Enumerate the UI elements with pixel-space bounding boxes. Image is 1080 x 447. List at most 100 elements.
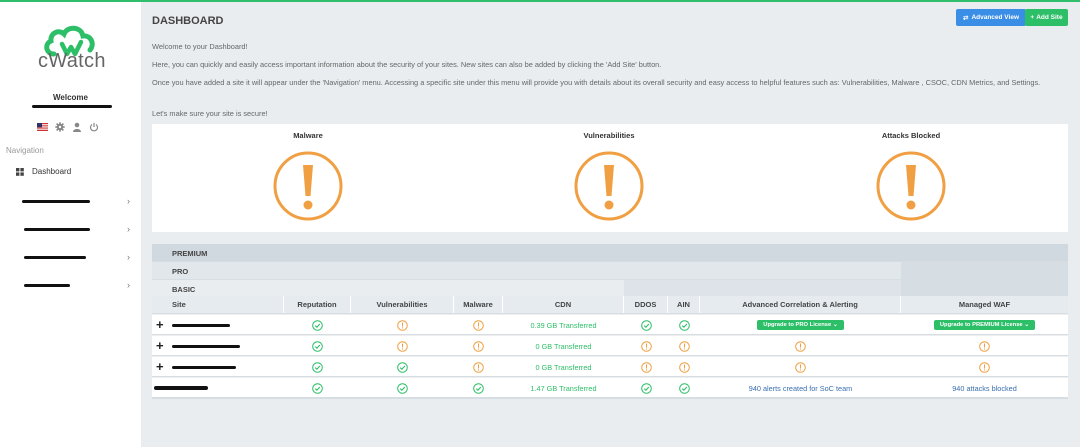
check-circle-icon [397, 361, 408, 373]
aca-cell: Upgrade to PRO License ⌄ [700, 315, 901, 335]
redacted-site-name [24, 228, 90, 231]
sidebar: cWatch Welcome Navigation Dashboard › › … [0, 2, 141, 447]
reputation-cell [284, 378, 351, 398]
waf-cell [901, 336, 1068, 356]
expand-icon[interactable]: + [156, 318, 164, 331]
table-row: + 0.39 GB Transferred Upgrade to PRO Lic… [152, 314, 1068, 334]
warning-circle-icon [795, 361, 806, 373]
header-label: CDN [554, 300, 572, 309]
attacks-blocked-label: Attacks Blocked [881, 131, 941, 140]
waf-cell [901, 357, 1068, 377]
welcome-text: Welcome [53, 93, 88, 102]
warning-circle-icon [397, 319, 408, 331]
col-ddos[interactable]: DDOS [624, 296, 668, 313]
check-circle-icon [678, 382, 690, 394]
table-row: + 0 GB Transferred [152, 335, 1068, 355]
warning-circle-icon [473, 319, 484, 331]
check-circle-icon [312, 340, 323, 352]
aca-cell [700, 357, 901, 377]
malware-label: Malware [293, 131, 323, 140]
redacted-site-name [172, 345, 240, 348]
upgrade-label: Upgrade to PREMIUM License [939, 322, 1023, 328]
redacted-site-name [172, 324, 230, 327]
user-icon[interactable] [71, 121, 82, 132]
upgrade-premium-button[interactable]: Upgrade to PREMIUM License ⌄ [933, 320, 1036, 330]
ddos-cell [624, 315, 668, 335]
col-advanced-correlation[interactable]: Advanced Correlation & Alerting [700, 296, 901, 313]
cdn-cell: 0 GB Transferred [535, 341, 592, 351]
warning-circle-icon [397, 340, 408, 352]
expand-icon[interactable]: + [156, 339, 164, 352]
table-row: + 0 GB Transferred [152, 356, 1068, 376]
waf-cell[interactable]: 940 attacks blocked [901, 378, 1068, 398]
check-circle-icon [678, 319, 690, 331]
cdn-cell: 0 GB Transferred [535, 362, 592, 372]
user-icons [37, 121, 99, 132]
security-summary-card: Malware Vulnerabilities Attacks Blocked [152, 124, 1068, 232]
aca-tier-bg [624, 280, 901, 296]
advanced-view-label: Advanced View [971, 14, 1020, 21]
chevron-right-icon: › [127, 252, 130, 262]
ain-cell [668, 378, 700, 398]
us-flag-icon[interactable] [37, 121, 48, 132]
plus-icon: + [1030, 14, 1035, 21]
header-label: Malware [463, 300, 493, 309]
header-label: Site [172, 300, 186, 309]
check-circle-icon [473, 382, 484, 394]
ain-cell [668, 336, 700, 356]
tier-pro: PRO [152, 262, 901, 279]
table-row: 1.47 GB Transferred 940 alerts created f… [152, 377, 1068, 397]
warning-circle-icon [795, 340, 806, 352]
intro-welcome: Welcome to your Dashboard! [152, 42, 248, 51]
sidebar-item-label: Dashboard [32, 167, 72, 176]
tier-label: PRO [172, 267, 189, 276]
sidebar-item-dashboard[interactable]: Dashboard [0, 163, 141, 181]
col-malware[interactable]: Malware [454, 296, 503, 313]
expand-icon[interactable]: + [156, 360, 164, 373]
warning-circle-icon [979, 361, 990, 373]
add-site-button[interactable]: + Add Site [1025, 9, 1068, 26]
sidebar-item-site-2[interactable]: › [0, 220, 141, 238]
col-managed-waf[interactable]: Managed WAF [901, 296, 1068, 313]
col-reputation[interactable]: Reputation [284, 296, 351, 313]
check-circle-icon [312, 361, 323, 373]
aca-cell[interactable]: 940 alerts created for SoC team [700, 378, 901, 398]
sidebar-item-site-4[interactable]: › [0, 276, 141, 294]
warning-circle-icon [678, 340, 690, 352]
vulnerabilities-label: Vulnerabilities [583, 131, 635, 140]
reputation-cell [284, 336, 351, 356]
chevron-right-icon: › [127, 280, 130, 290]
top-accent-line [0, 0, 1080, 2]
col-ain[interactable]: AIN [668, 296, 700, 313]
warning-circle-icon [640, 340, 652, 352]
intro-secure: Let's make sure your site is secure! [152, 109, 268, 118]
gear-icon[interactable] [54, 121, 65, 132]
vulnerabilities-cell [351, 315, 454, 335]
tier-basic: BASIC [152, 280, 624, 297]
sidebar-item-site-3[interactable]: › [0, 248, 141, 266]
sidebar-item-site-1[interactable]: › [0, 192, 141, 210]
power-icon[interactable] [88, 121, 99, 132]
dashboard-icon [16, 168, 24, 176]
redacted-site-name [154, 386, 208, 390]
check-circle-icon [397, 382, 408, 394]
advanced-view-button[interactable]: ⇄ Advanced View [956, 9, 1026, 26]
header-label: Vulnerabilities [376, 300, 428, 309]
col-cdn[interactable]: CDN [503, 296, 624, 313]
vulnerabilities-cell [351, 336, 454, 356]
vulnerabilities-cell [351, 378, 454, 398]
malware-cell [454, 378, 503, 398]
warning-circle-icon [473, 361, 484, 373]
tier-premium: PREMIUM [152, 244, 1068, 261]
cdn-cell: 0.39 GB Transferred [530, 320, 597, 330]
add-site-label: Add Site [1036, 14, 1063, 21]
col-site[interactable]: Site [152, 296, 284, 313]
upgrade-pro-button[interactable]: Upgrade to PRO License ⌄ [757, 320, 844, 330]
header-label: DDOS [634, 300, 657, 309]
col-vulnerabilities[interactable]: Vulnerabilities [351, 296, 454, 313]
upgrade-label: Upgrade to PRO License [763, 322, 832, 328]
aca-cell [700, 336, 901, 356]
intro-quick-access: Here, you can quickly and easily access … [152, 60, 662, 69]
warning-circle-icon [473, 340, 484, 352]
chevron-right-icon: › [127, 196, 130, 206]
